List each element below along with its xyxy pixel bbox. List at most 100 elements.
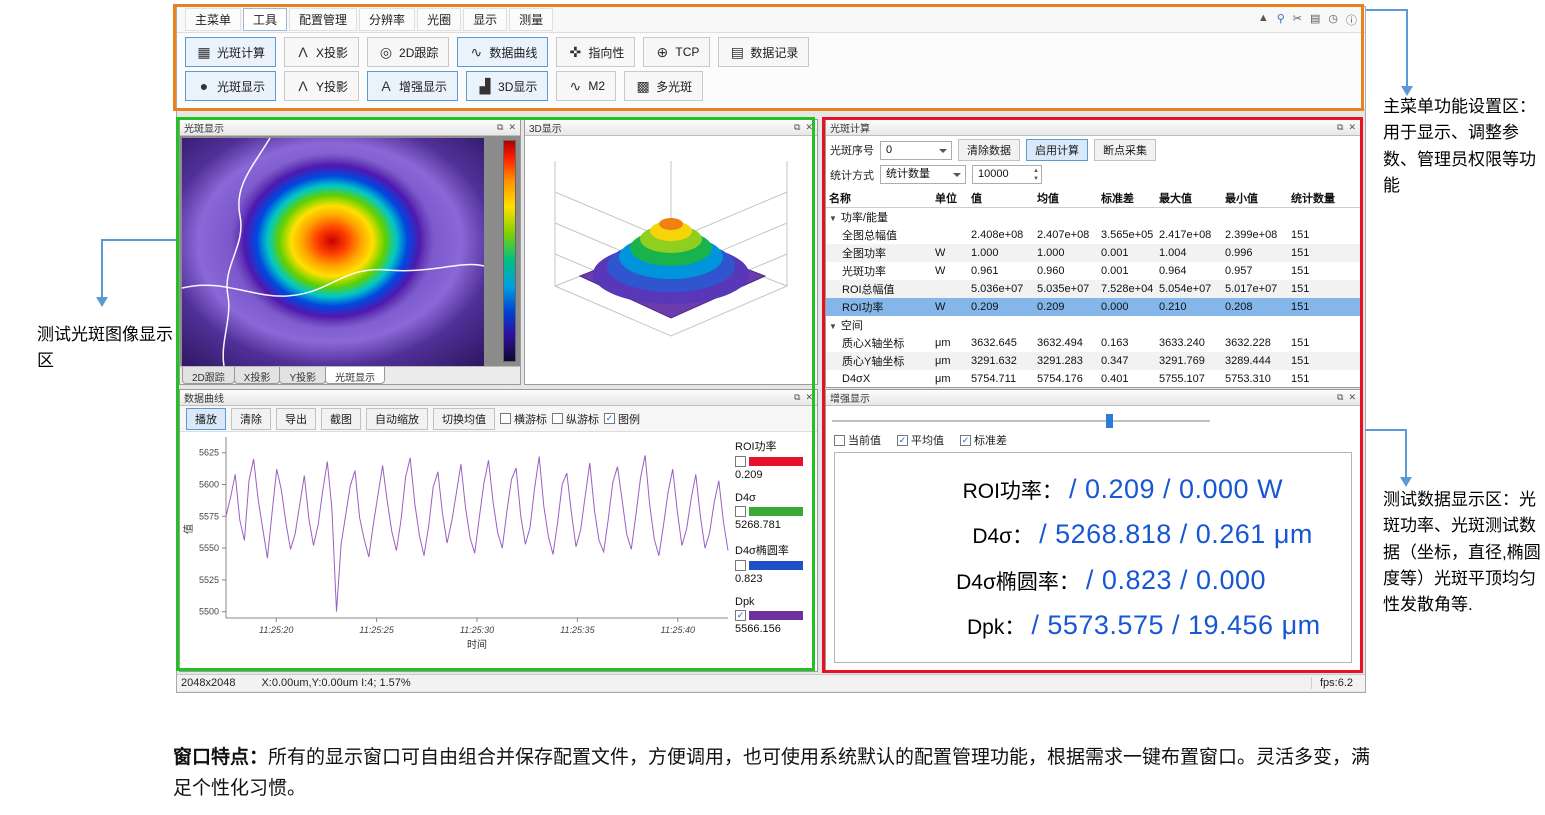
float-icon[interactable]: ⧉ xyxy=(1337,392,1343,403)
menu-item-3[interactable]: 配置管理 xyxy=(289,8,357,31)
clear-data-button[interactable]: 清除数据 xyxy=(958,139,1020,161)
slider-handle[interactable] xyxy=(1106,414,1113,428)
menu-item-7[interactable]: 测量 xyxy=(509,8,553,31)
table-row[interactable]: ROI总幅值5.036e+075.035e+077.528e+045.054e+… xyxy=(826,280,1360,298)
curve-checkbox[interactable]: 纵游标 xyxy=(552,411,599,427)
legend-checkbox[interactable] xyxy=(735,560,746,571)
beam-tab-2[interactable]: X投影 xyxy=(234,367,281,384)
screenshot-button[interactable]: 截图 xyxy=(321,408,361,430)
data-curve-button[interactable]: ∿数据曲线 xyxy=(457,37,548,67)
table-row[interactable]: 光斑功率W0.9610.9600.0010.9640.957151 xyxy=(826,262,1360,280)
3d-display-button[interactable]: ▟3D显示 xyxy=(466,71,548,101)
multi-beam-button[interactable]: ▩多光斑 xyxy=(624,71,703,101)
float-icon[interactable]: ⧉ xyxy=(1337,122,1343,133)
menu-item-1[interactable]: 主菜单 xyxy=(185,8,241,31)
menu-item-2[interactable]: 工具 xyxy=(243,8,287,31)
beam-tab-3[interactable]: Y投影 xyxy=(279,367,326,384)
enhance-display-panel: 增强显示 ⧉ ✕ 当前值平均值标准差 ROI功率：/ 0.209 / 0.000… xyxy=(825,389,1361,672)
beam-display-button[interactable]: ●光斑显示 xyxy=(185,71,276,101)
close-icon[interactable]: ✕ xyxy=(508,122,516,133)
checkbox-icon[interactable] xyxy=(604,413,615,424)
toggle-mean-button[interactable]: 切换均值 xyxy=(433,408,495,430)
checkbox-icon[interactable] xyxy=(897,435,908,446)
checkbox-icon[interactable] xyxy=(500,413,511,424)
beam-calc-button[interactable]: ▦光斑计算 xyxy=(185,37,276,67)
float-icon[interactable]: ⧉ xyxy=(794,392,800,403)
beam-tab-4[interactable]: 光斑显示 xyxy=(325,367,385,384)
curve-checkbox[interactable]: 图例 xyxy=(604,411,640,427)
enhance-display-button[interactable]: A增强显示 xyxy=(367,71,458,101)
table-group-row[interactable]: ▼空间 xyxy=(826,316,1360,334)
legend-value: 0.823 xyxy=(735,573,811,585)
menu-item-6[interactable]: 显示 xyxy=(463,8,507,31)
legend-checkbox[interactable] xyxy=(735,506,746,517)
table-row[interactable]: ROI功率W0.2090.2090.0000.2100.208151 xyxy=(826,298,1360,316)
close-icon[interactable]: ✕ xyxy=(1348,122,1356,133)
float-icon[interactable]: ⧉ xyxy=(497,122,503,133)
svg-text:5500: 5500 xyxy=(199,607,219,617)
curve-chart-svg[interactable]: 56255600557555505525550011:25:2011:25:25… xyxy=(180,432,736,664)
chevron-down-icon: ▼ xyxy=(829,214,837,223)
m2-button[interactable]: ∿M2 xyxy=(556,71,616,101)
y-projection-icon: Λ xyxy=(295,78,311,94)
window-icon[interactable]: ▤ xyxy=(1310,12,1320,28)
table-cell: ROI功率 xyxy=(826,299,932,315)
export-button[interactable]: 导出 xyxy=(276,408,316,430)
close-icon[interactable]: ✕ xyxy=(1348,392,1356,403)
curve-checkbox[interactable]: 横游标 xyxy=(500,411,547,427)
table-cell: 3632.645 xyxy=(968,337,1034,349)
3d-surface-plot[interactable] xyxy=(525,136,817,384)
play-button[interactable]: 播放 xyxy=(186,408,226,430)
table-cell: 0.209 xyxy=(1034,301,1098,313)
x-projection-button[interactable]: ΛX投影 xyxy=(284,37,359,67)
menu-item-5[interactable]: 光圈 xyxy=(417,8,461,31)
close-icon[interactable]: ✕ xyxy=(805,122,813,133)
calc-table-body: ▼功率/能量全图总幅值2.408e+082.407e+083.565e+052.… xyxy=(826,208,1360,388)
enhance-checkbox[interactable]: 当前值 xyxy=(834,432,881,448)
checkbox-icon[interactable] xyxy=(552,413,563,424)
legend-value: 5566.156 xyxy=(735,623,811,635)
breakpoint-capture-button[interactable]: 断点采集 xyxy=(1094,139,1156,161)
tcp-button[interactable]: ⊕TCP xyxy=(643,37,710,67)
clock-icon[interactable]: ◷ xyxy=(1328,12,1338,28)
table-group-row[interactable]: ▼功率/能量 xyxy=(826,208,1360,226)
enhance-slider[interactable] xyxy=(832,414,1210,428)
collapse-icon[interactable]: ▲ xyxy=(1258,12,1269,28)
clear-button[interactable]: 清除 xyxy=(231,408,271,430)
checkbox-icon[interactable] xyxy=(960,435,971,446)
beam-image[interactable] xyxy=(180,136,520,366)
enhance-checkbox[interactable]: 平均值 xyxy=(897,432,944,448)
table-row[interactable]: D4σXμm5754.7115754.1760.4015755.1075753.… xyxy=(826,370,1360,388)
table-row[interactable]: 全图功率W1.0001.0000.0011.0040.996151 xyxy=(826,244,1360,262)
stat-mode-select[interactable]: 统计数量 xyxy=(880,165,966,184)
enhance-checkbox[interactable]: 标准差 xyxy=(960,432,1007,448)
table-cell: 151 xyxy=(1288,337,1360,349)
stat-count-spinner[interactable]: 10000▲▼ xyxy=(972,165,1042,184)
checkbox-icon[interactable] xyxy=(834,435,845,446)
toolbar-button-label: 数据曲线 xyxy=(489,44,537,61)
lock-icon[interactable]: ✂ xyxy=(1293,12,1302,28)
pin-icon[interactable]: ⚲ xyxy=(1277,12,1285,28)
close-icon[interactable]: ✕ xyxy=(805,392,813,403)
float-icon[interactable]: ⧉ xyxy=(794,122,800,133)
y-projection-button[interactable]: ΛY投影 xyxy=(284,71,359,101)
table-cell: ROI总幅值 xyxy=(826,281,932,297)
auto-scale-button[interactable]: 自动缩放 xyxy=(366,408,428,430)
pointing-button[interactable]: ✜指向性 xyxy=(556,37,635,67)
table-cell: 0.961 xyxy=(968,265,1034,277)
panel-title: 数据曲线 xyxy=(184,390,224,405)
table-row[interactable]: 全图总幅值2.408e+082.407e+083.565e+052.417e+0… xyxy=(826,226,1360,244)
data-record-button[interactable]: ▤数据记录 xyxy=(718,37,809,67)
beam-icon: ● xyxy=(196,78,212,94)
beam-tab-1[interactable]: 2D跟踪 xyxy=(182,367,235,384)
table-row[interactable]: 质心Y轴坐标μm3291.6323291.2830.3473291.769328… xyxy=(826,352,1360,370)
legend-checkbox[interactable] xyxy=(735,456,746,467)
beam-seq-select[interactable]: 0 xyxy=(880,141,952,160)
table-cell: μm xyxy=(932,355,968,367)
info-icon[interactable]: ⓘ xyxy=(1346,12,1357,28)
table-row[interactable]: 质心X轴坐标μm3632.6453632.4940.1633633.240363… xyxy=(826,334,1360,352)
enable-calc-button[interactable]: 启用计算 xyxy=(1026,139,1088,161)
menu-item-4[interactable]: 分辨率 xyxy=(359,8,415,31)
2d-tracking-button[interactable]: ◎2D跟踪 xyxy=(367,37,449,67)
legend-checkbox[interactable] xyxy=(735,610,746,621)
